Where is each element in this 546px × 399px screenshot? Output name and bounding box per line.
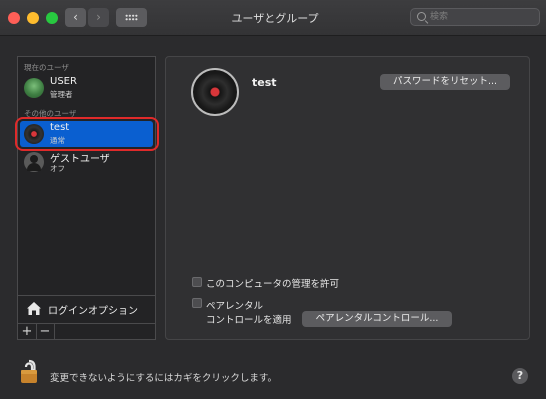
parental-controls-checkbox[interactable]	[192, 298, 202, 308]
add-remove-bar: + −	[18, 323, 155, 340]
grid-icon	[125, 14, 138, 21]
parental-label-line2: コントロールを適用	[206, 315, 292, 326]
search-input[interactable]	[430, 10, 535, 24]
minimize-window-button[interactable]	[27, 12, 39, 24]
lock-icon[interactable]	[18, 358, 40, 384]
help-button[interactable]: ?	[512, 368, 528, 384]
selection-highlight-annotation	[15, 117, 159, 151]
close-window-button[interactable]	[8, 12, 20, 24]
record-avatar-icon[interactable]	[191, 68, 239, 116]
parental-controls-button[interactable]: ペアレンタルコントロール...	[302, 311, 452, 327]
user-role: 管理者	[50, 90, 73, 99]
user-row-user[interactable]: USER 管理者	[20, 75, 153, 101]
add-user-button[interactable]: +	[18, 324, 37, 340]
window-title: ユーザとグループ	[231, 12, 319, 25]
zoom-window-button[interactable]	[46, 12, 58, 24]
user-avatar-icon	[24, 78, 44, 98]
user-role: オフ	[50, 164, 65, 173]
back-button[interactable]: ‹	[65, 8, 86, 27]
allow-admin-checkbox[interactable]	[192, 277, 202, 287]
show-all-button[interactable]	[116, 8, 147, 27]
user-list-panel: 現在のユーザ USER 管理者 その他のユーザ test 通常 ゲストユーザ オ…	[17, 56, 156, 340]
user-detail-panel: test パスワードをリセット... このコンピュータの管理を許可 ペアレンタル…	[165, 56, 530, 340]
title-bar: ‹ › ユーザとグループ	[0, 0, 546, 36]
allow-admin-label: このコンピュータの管理を許可	[206, 279, 340, 290]
login-options-label: ログインオプション	[48, 306, 138, 317]
current-user-header: 現在のユーザ	[24, 63, 69, 72]
guest-user-icon	[24, 152, 44, 172]
forward-button[interactable]: ›	[88, 8, 109, 27]
remove-user-button[interactable]: −	[36, 324, 55, 340]
login-options-button[interactable]: ログインオプション	[18, 295, 155, 322]
lock-hint-text: 変更できないようにするにはカギをクリックします。	[50, 373, 277, 384]
user-name: USER	[50, 76, 77, 87]
search-icon	[417, 12, 426, 21]
parental-label-line1: ペアレンタル	[206, 301, 264, 312]
house-icon	[27, 302, 41, 315]
user-row-guest[interactable]: ゲストユーザ オフ	[20, 149, 153, 175]
detail-username: test	[252, 76, 277, 89]
reset-password-button[interactable]: パスワードをリセット...	[380, 74, 510, 90]
search-field[interactable]	[410, 8, 540, 26]
